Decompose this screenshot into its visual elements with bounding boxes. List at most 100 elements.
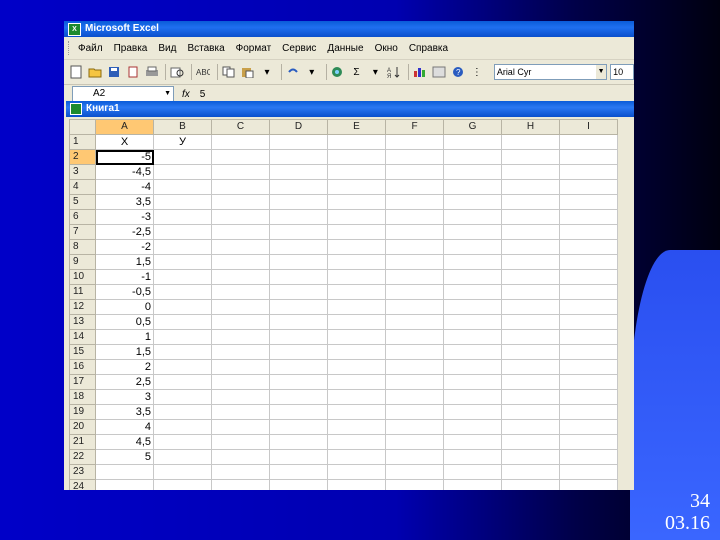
cell[interactable] (443, 464, 502, 480)
cell[interactable] (385, 134, 444, 150)
cell[interactable] (443, 179, 502, 195)
cell[interactable] (443, 239, 502, 255)
permission-icon[interactable] (125, 64, 141, 80)
cell[interactable] (385, 329, 444, 345)
cell[interactable] (327, 449, 386, 465)
cell[interactable] (559, 464, 618, 480)
cell[interactable] (443, 389, 502, 405)
cell[interactable] (559, 134, 618, 150)
font-size-select[interactable]: 10 (610, 64, 634, 80)
cell-b[interactable] (153, 299, 212, 315)
cell-b[interactable] (153, 179, 212, 195)
cell-b[interactable] (153, 314, 212, 330)
column-header-i[interactable]: I (559, 119, 618, 135)
cell-b[interactable] (153, 224, 212, 240)
cell[interactable] (501, 404, 560, 420)
cell-a[interactable]: X (95, 134, 154, 150)
cell[interactable] (327, 419, 386, 435)
cell[interactable] (269, 359, 328, 375)
cell-b[interactable] (153, 449, 212, 465)
cell[interactable] (385, 239, 444, 255)
menu-window[interactable]: Окно (375, 43, 398, 54)
cell[interactable] (211, 449, 270, 465)
chevron-down-icon[interactable]: ▼ (164, 87, 171, 101)
cell[interactable] (501, 224, 560, 240)
cell[interactable] (269, 224, 328, 240)
row-header[interactable]: 5 (69, 194, 96, 210)
cell[interactable] (269, 164, 328, 180)
cell[interactable] (269, 299, 328, 315)
cell[interactable] (559, 299, 618, 315)
cell-a[interactable]: 5 (95, 449, 154, 465)
copy-icon[interactable] (221, 64, 237, 80)
column-header-b[interactable]: B (153, 119, 212, 135)
row-header[interactable]: 12 (69, 299, 96, 315)
cell[interactable] (211, 254, 270, 270)
cell[interactable] (211, 134, 270, 150)
cell-b[interactable] (153, 284, 212, 300)
cell-a[interactable]: -5 (95, 149, 154, 165)
print-preview-icon[interactable] (169, 64, 185, 80)
cell-a[interactable]: 4 (95, 419, 154, 435)
cell[interactable] (443, 299, 502, 315)
cell-a[interactable]: -4,5 (95, 164, 154, 180)
cell[interactable] (443, 449, 502, 465)
chevron-down-icon[interactable]: ▾ (259, 64, 275, 80)
cell[interactable] (269, 179, 328, 195)
cell[interactable] (385, 449, 444, 465)
cell[interactable] (559, 359, 618, 375)
menu-tools[interactable]: Сервис (282, 43, 316, 54)
spelling-icon[interactable]: ABC (195, 64, 211, 80)
cell[interactable] (385, 464, 444, 480)
cell[interactable] (327, 374, 386, 390)
cell[interactable] (385, 224, 444, 240)
undo-icon[interactable] (285, 64, 301, 80)
cell-b[interactable] (153, 404, 212, 420)
autosum-icon[interactable]: Σ (349, 64, 365, 80)
cell[interactable] (327, 239, 386, 255)
row-header[interactable]: 9 (69, 254, 96, 270)
cell[interactable] (501, 149, 560, 165)
cell[interactable] (501, 419, 560, 435)
column-header-e[interactable]: E (327, 119, 386, 135)
cell[interactable] (559, 224, 618, 240)
cell[interactable] (327, 329, 386, 345)
cell[interactable] (559, 209, 618, 225)
cell[interactable] (443, 209, 502, 225)
chevron-down-icon[interactable]: ▼ (596, 65, 607, 79)
cell[interactable] (327, 299, 386, 315)
cell[interactable] (501, 374, 560, 390)
column-header-g[interactable]: G (443, 119, 502, 135)
cell[interactable] (559, 269, 618, 285)
cell[interactable] (385, 434, 444, 450)
font-name-select[interactable]: Arial Cyr ▼ (493, 64, 608, 80)
chevron-down-icon[interactable]: ▾ (304, 64, 320, 80)
cell[interactable] (501, 434, 560, 450)
name-box[interactable]: A2 ▼ (72, 86, 174, 102)
cell[interactable] (443, 344, 502, 360)
row-header[interactable]: 14 (69, 329, 96, 345)
cell[interactable] (269, 134, 328, 150)
cell[interactable] (385, 194, 444, 210)
cell[interactable] (385, 359, 444, 375)
fx-icon[interactable]: fx (182, 89, 190, 100)
column-header-a[interactable]: A (95, 119, 154, 135)
help-icon[interactable]: ? (450, 64, 466, 80)
cell[interactable] (385, 284, 444, 300)
cell[interactable] (269, 284, 328, 300)
menu-file[interactable]: Файл (78, 43, 103, 54)
cell[interactable] (385, 299, 444, 315)
drawing-icon[interactable] (431, 64, 447, 80)
cell-b[interactable] (153, 479, 212, 490)
row-header[interactable]: 4 (69, 179, 96, 195)
cell-b[interactable] (153, 164, 212, 180)
row-header[interactable]: 2 (69, 149, 96, 165)
cell[interactable] (269, 344, 328, 360)
cell[interactable] (559, 149, 618, 165)
cell[interactable] (559, 254, 618, 270)
cell[interactable] (559, 314, 618, 330)
cell[interactable] (559, 389, 618, 405)
cell[interactable] (269, 239, 328, 255)
cell[interactable] (559, 434, 618, 450)
menu-grip-handle[interactable] (68, 41, 72, 55)
